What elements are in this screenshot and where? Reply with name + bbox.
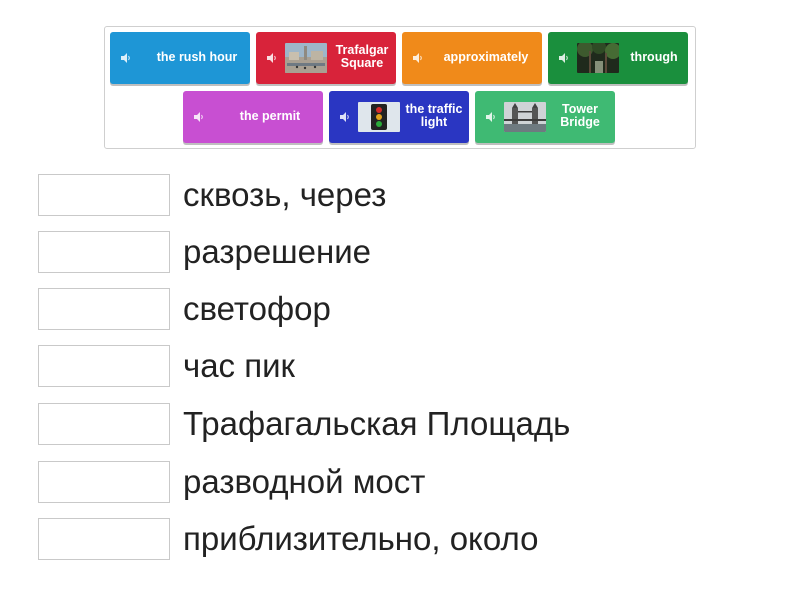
speaker-icon[interactable]	[340, 112, 350, 122]
speaker-icon[interactable]	[121, 53, 131, 63]
drop-slot[interactable]	[38, 461, 170, 503]
tile-the-rush-hour[interactable]: the rush hour	[110, 32, 250, 84]
tile-trafalgar-square[interactable]: Trafalgar Square	[256, 32, 396, 84]
answer-text: сквозь, через	[183, 176, 387, 213]
drop-slot[interactable]	[38, 288, 170, 330]
tile-through[interactable]: through	[548, 32, 688, 84]
speaker-icon[interactable]	[413, 53, 423, 63]
tile-tray: the rush hour Trafalgar Square approxima…	[104, 26, 696, 149]
answer-text: разводной мост	[183, 463, 426, 500]
tile-label: the traffic light	[405, 102, 463, 129]
tile-the-traffic-light[interactable]: the traffic light	[329, 91, 469, 143]
tile-label: through	[630, 50, 678, 64]
answer-text: приблизительно, около	[183, 520, 539, 557]
answer-text: разрешение	[183, 233, 372, 270]
tile-label: the rush hour	[156, 50, 238, 64]
speaker-icon[interactable]	[559, 53, 569, 63]
speaker-icon[interactable]	[267, 53, 277, 63]
tile-approximately[interactable]: approximately	[402, 32, 542, 84]
traffic-light-photo	[358, 102, 400, 132]
drop-slot[interactable]	[38, 518, 170, 560]
tile-the-permit[interactable]: the permit	[183, 91, 323, 143]
drop-slot[interactable]	[38, 231, 170, 273]
drop-slot[interactable]	[38, 345, 170, 387]
trafalgar-square-photo	[285, 43, 327, 73]
answer-text: Трафагальская Площадь	[183, 405, 571, 442]
tower-bridge-photo	[504, 102, 546, 132]
speaker-icon[interactable]	[194, 112, 204, 122]
answer-text: час пик	[183, 347, 295, 384]
tile-label: Trafalgar Square	[335, 43, 389, 70]
tile-label: the permit	[239, 109, 301, 123]
drop-slot[interactable]	[38, 403, 170, 445]
tile-label: approximately	[443, 50, 529, 64]
speaker-icon[interactable]	[486, 112, 496, 122]
drop-slot[interactable]	[38, 174, 170, 216]
answer-text: светофор	[183, 290, 331, 327]
forest-photo	[577, 43, 619, 73]
tile-tower-bridge[interactable]: Tower Bridge	[475, 91, 615, 143]
tile-label: Tower Bridge	[560, 102, 600, 129]
